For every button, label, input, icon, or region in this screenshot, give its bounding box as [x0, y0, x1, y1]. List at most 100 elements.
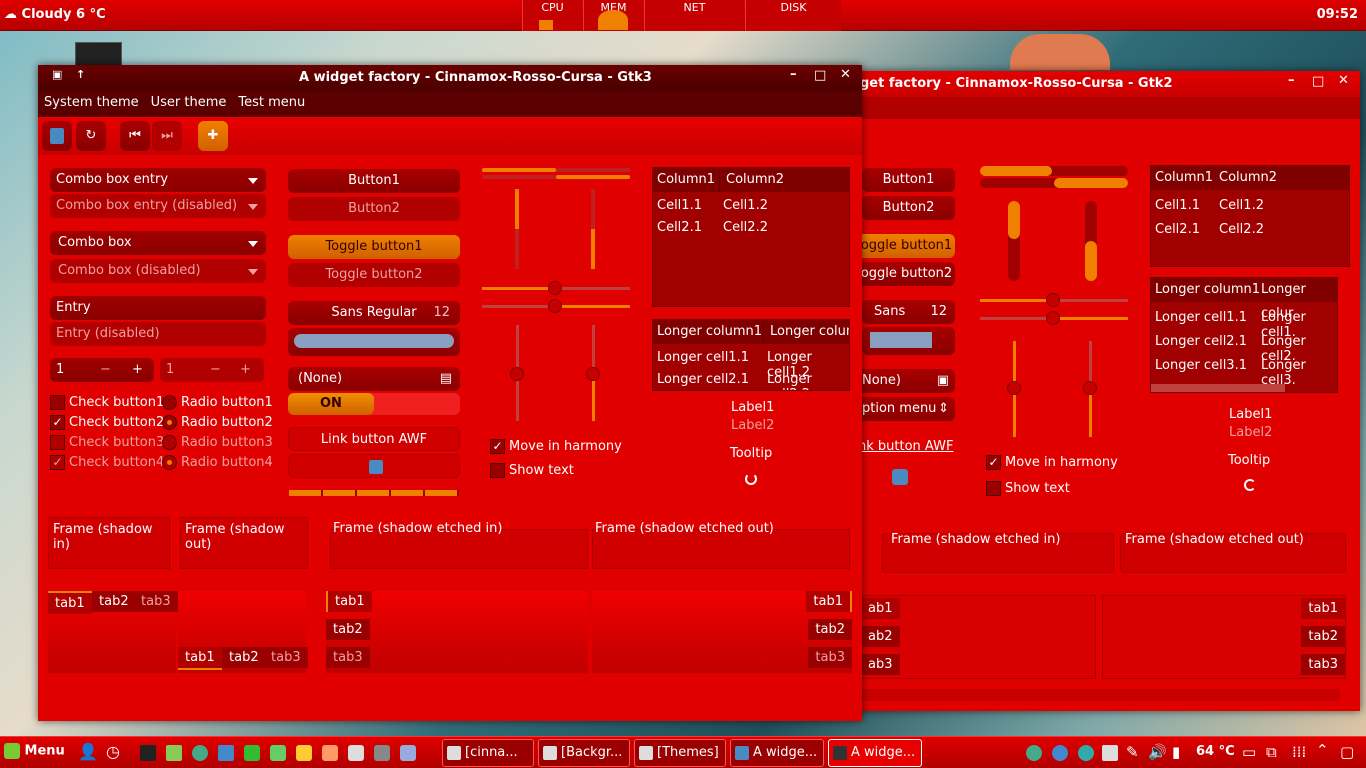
button1[interactable]: Button1	[288, 169, 460, 193]
task-cinna[interactable]: [cinna...	[442, 739, 534, 767]
menu-system-theme[interactable]: System theme	[38, 91, 145, 114]
table-row[interactable]: Cell2.1	[657, 220, 702, 235]
weather-applet[interactable]: ☁ Cloudy 6 °C	[4, 7, 106, 22]
switch[interactable]: ON	[288, 393, 460, 415]
firefox-icon[interactable]	[322, 745, 338, 761]
table-row[interactable]: Longer cell3.1	[1155, 358, 1247, 373]
mail-icon[interactable]	[218, 745, 234, 761]
games-icon[interactable]	[296, 745, 312, 761]
gtk2-font-button[interactable]: Sans 12	[862, 300, 955, 324]
entry-field[interactable]: Entry	[50, 296, 266, 320]
radio-button-2[interactable]: Radio button2	[162, 415, 273, 430]
terminal-icon[interactable]	[140, 745, 156, 761]
scale-knob[interactable]	[1046, 293, 1060, 307]
scale-h1[interactable]	[482, 281, 630, 295]
minimize-icon[interactable]: –	[790, 67, 797, 82]
battery-icon[interactable]: ▮	[1172, 743, 1180, 761]
gtk2-tooltip-label[interactable]: Tooltip	[1228, 453, 1270, 468]
tab-1[interactable]: ab1	[861, 598, 900, 619]
chrome-tray-icon[interactable]	[1026, 745, 1042, 761]
last-button[interactable]: ⏭	[152, 121, 182, 151]
first-button[interactable]: ⏮	[120, 121, 150, 151]
task-widget-gtk3[interactable]: A widge...	[828, 739, 922, 767]
keyboard-tray-icon[interactable]	[1102, 745, 1118, 761]
cpu-monitor[interactable]: CPU	[522, 0, 582, 31]
gtk2-option-menu[interactable]: ption menu ⇕	[858, 397, 955, 421]
scale-v2[interactable]	[586, 325, 600, 421]
tree-header[interactable]: Longer column1 Longer colum	[653, 320, 849, 344]
tab-2[interactable]: tab2	[92, 591, 136, 612]
tools-icon[interactable]	[270, 745, 286, 761]
tree-header[interactable]: Longer column1 Longer colur	[1151, 278, 1337, 321]
archive-icon[interactable]	[374, 745, 390, 761]
gtk2-scale-h2[interactable]	[980, 311, 1128, 325]
menu-button[interactable]: Menu	[4, 743, 65, 759]
tab-1[interactable]: tab1	[178, 647, 222, 670]
scale-v1[interactable]	[510, 325, 524, 421]
chevron-up-icon[interactable]: ⌃	[1316, 741, 1329, 759]
tree-header[interactable]: Column1 Column2	[653, 168, 849, 192]
table-row[interactable]: Longer cell1.1	[657, 350, 749, 365]
up-arrow-icon[interactable]: ↑	[76, 68, 85, 81]
gtk2-button1[interactable]: Button1	[862, 168, 955, 192]
checkmark-icon[interactable]: ✓	[490, 439, 505, 454]
gtk2-color-button[interactable]	[862, 327, 955, 355]
minimize-icon[interactable]: –	[1288, 73, 1295, 88]
gtk2-link-button[interactable]: nk button AWF	[858, 439, 953, 454]
pen-icon[interactable]: ✎	[1126, 743, 1139, 761]
image-button[interactable]	[288, 454, 460, 478]
editor-icon[interactable]	[348, 745, 364, 761]
tab-2[interactable]: tab2	[326, 619, 370, 640]
show-desktop-icon[interactable]: ▢	[1340, 743, 1354, 761]
sync-tray-icon[interactable]	[1078, 745, 1094, 761]
color-button[interactable]	[288, 328, 460, 356]
file-chooser-button[interactable]: (None) ▤	[288, 367, 460, 391]
mem-monitor[interactable]: MEM	[583, 0, 643, 31]
net-monitor[interactable]: NET	[644, 0, 744, 31]
network-tray-icon[interactable]	[1052, 745, 1068, 761]
close-icon[interactable]: ✕	[840, 67, 851, 82]
scale-knob[interactable]	[510, 367, 524, 381]
camera-icon[interactable]	[400, 745, 416, 761]
toggle-button1[interactable]: Toggle button1	[288, 235, 460, 259]
gtk2-scale-v2[interactable]	[1083, 341, 1097, 437]
tree-view-2[interactable]: Longer column1 Longer colum Longer cell1.…	[652, 319, 850, 391]
gtk2-show-text[interactable]: Show text	[986, 481, 1070, 496]
tab-2[interactable]: ab2	[861, 626, 900, 647]
disk-monitor[interactable]: DISK	[745, 0, 841, 31]
app-button[interactable]	[42, 121, 72, 151]
toggle-button2[interactable]: Toggle button2	[288, 263, 460, 287]
tab-1[interactable]: tab1	[48, 591, 92, 614]
maximize-icon[interactable]: □	[814, 68, 826, 83]
task-widget-gtk2[interactable]: A widge...	[730, 739, 824, 767]
h-scrollbar[interactable]	[1151, 384, 1285, 392]
tab-3[interactable]: ab3	[861, 654, 900, 675]
chrome-icon[interactable]	[192, 745, 208, 761]
font-button[interactable]: Sans Regular 12	[288, 301, 460, 325]
chevron-down-icon[interactable]	[248, 178, 258, 184]
scale-knob[interactable]	[586, 367, 600, 381]
tab-3[interactable]: tab3	[134, 591, 178, 612]
gtk2-toggle1[interactable]: oggle button1	[858, 234, 955, 258]
gtk2-titlebar[interactable]: get factory - Cinnamox-Rosso-Cursa - Gtk…	[842, 71, 1360, 97]
task-themes[interactable]: [Themes]	[634, 739, 726, 767]
tab-3[interactable]: tab3	[264, 647, 308, 668]
show-text-check[interactable]: Show text	[490, 463, 574, 478]
checkmark-icon[interactable]: ✓	[50, 415, 65, 430]
radio-button-1[interactable]: Radio button1	[162, 395, 273, 410]
tab-3[interactable]: tab3	[326, 647, 370, 668]
tab-2[interactable]: tab2	[1301, 626, 1345, 647]
gtk2-tree2[interactable]: Longer column1 Longer colur Longer cell1.…	[1150, 277, 1338, 393]
gtk2-scale-h1[interactable]	[980, 293, 1128, 307]
table-row[interactable]: Longer cell1.1	[1155, 310, 1247, 325]
gtk2-button2[interactable]: Button2	[862, 196, 955, 220]
scale-knob[interactable]	[1046, 311, 1060, 325]
gtk3-titlebar[interactable]: ▣ ↑ A widget factory - Cinnamox-Rosso-Cu…	[38, 65, 862, 91]
combo-box-entry[interactable]: Combo box entry	[50, 168, 266, 192]
checkmark-icon[interactable]: ✓	[986, 455, 1001, 470]
tab-1[interactable]: tab1	[806, 591, 852, 612]
gtk2-file-chooser[interactable]: None) ▣	[858, 369, 955, 393]
combo-box[interactable]: Combo box	[50, 231, 266, 255]
link-button[interactable]: Link button AWF	[288, 427, 460, 451]
gtk2-tree1[interactable]: Column1 Column2 Cell1.1 Cell1.2 Cell2.1 Cel…	[1150, 165, 1350, 267]
